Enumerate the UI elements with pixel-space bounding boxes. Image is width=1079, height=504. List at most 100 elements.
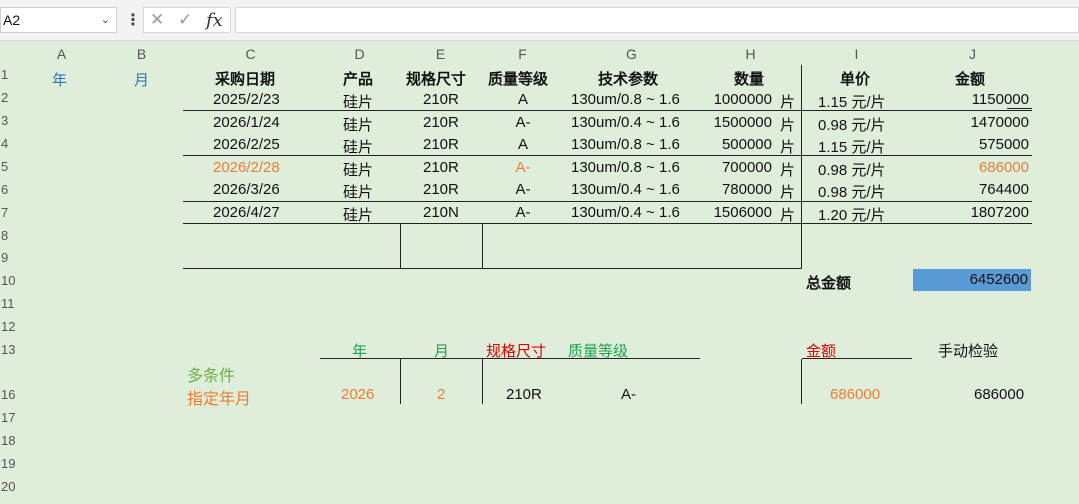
record-qty[interactable]: 1000000 bbox=[714, 91, 772, 108]
row-header-20[interactable]: 20 bbox=[0, 479, 23, 494]
record-date[interactable]: 2026/2/25 bbox=[213, 136, 280, 153]
col-header-c[interactable]: C bbox=[182, 44, 320, 65]
record-price[interactable]: 1.15 元/片 bbox=[818, 91, 886, 112]
row-header-11[interactable]: 11 bbox=[0, 296, 23, 311]
record-unit[interactable]: 片 bbox=[780, 204, 795, 225]
row-header-13[interactable]: 13 bbox=[0, 342, 23, 357]
row-header-2[interactable]: 2 bbox=[0, 90, 23, 105]
record-product[interactable]: 硅片 bbox=[343, 159, 373, 180]
record-date[interactable]: 2026/1/24 bbox=[213, 114, 280, 131]
record-tech[interactable]: 130um/0.4 ~ 1.6 bbox=[571, 114, 680, 131]
record-unit[interactable]: 片 bbox=[780, 136, 795, 157]
record-tech[interactable]: 130um/0.4 ~ 1.6 bbox=[571, 204, 680, 221]
record-grade[interactable]: A bbox=[493, 91, 553, 108]
record-unit[interactable]: 片 bbox=[780, 91, 795, 112]
record-grade[interactable]: A- bbox=[493, 159, 553, 176]
record-product[interactable]: 硅片 bbox=[343, 91, 373, 112]
record-price[interactable]: 1.20 元/片 bbox=[818, 204, 886, 225]
record-unit[interactable]: 片 bbox=[780, 159, 795, 180]
header-qty[interactable]: 数量 bbox=[734, 68, 764, 89]
record-amount[interactable]: 686000 bbox=[979, 159, 1029, 176]
record-amount[interactable]: 575000 bbox=[979, 136, 1029, 153]
record-date[interactable]: 2026/3/26 bbox=[213, 181, 280, 198]
col-header-a[interactable]: A bbox=[22, 44, 102, 65]
col-header-j[interactable]: J bbox=[912, 44, 1034, 65]
row-header-17[interactable]: 17 bbox=[0, 410, 23, 425]
row-header-16[interactable]: 16 bbox=[0, 387, 23, 402]
row-header-10[interactable]: 10 bbox=[0, 273, 23, 288]
query-manual[interactable]: 686000 bbox=[974, 386, 1024, 403]
col-header-g[interactable]: G bbox=[564, 44, 700, 65]
record-grade[interactable]: A bbox=[493, 136, 553, 153]
col-header-b[interactable]: B bbox=[102, 44, 182, 65]
cancel-icon[interactable]: ✕ bbox=[150, 10, 164, 30]
header-month[interactable]: 月 bbox=[134, 69, 149, 90]
header-date[interactable]: 采购日期 bbox=[215, 68, 275, 89]
record-amount[interactable]: 764400 bbox=[979, 181, 1029, 198]
query-amount[interactable]: 686000 bbox=[830, 386, 880, 403]
record-product[interactable]: 硅片 bbox=[343, 114, 373, 135]
record-date[interactable]: 2025/2/23 bbox=[213, 91, 280, 108]
header-grade[interactable]: 质量等级 bbox=[488, 68, 548, 89]
row-header-3[interactable]: 3 bbox=[0, 113, 23, 128]
header-spec[interactable]: 规格尺寸 bbox=[406, 68, 466, 89]
record-amount[interactable]: 1150000 bbox=[972, 91, 1029, 108]
more-options-icon[interactable]: ⋮ bbox=[125, 10, 141, 30]
row-header-19[interactable]: 19 bbox=[0, 456, 23, 471]
row-header-18[interactable]: 18 bbox=[0, 433, 23, 448]
col-header-h[interactable]: H bbox=[700, 44, 802, 65]
record-price[interactable]: 0.98 元/片 bbox=[818, 114, 886, 135]
query-grade[interactable]: A- bbox=[621, 386, 636, 403]
record-grade[interactable]: A- bbox=[493, 181, 553, 198]
record-tech[interactable]: 130um/0.8 ~ 1.6 bbox=[571, 159, 680, 176]
row-header-9[interactable]: 9 bbox=[0, 250, 23, 265]
record-spec[interactable]: 210R bbox=[423, 91, 459, 108]
col-header-f[interactable]: F bbox=[482, 44, 564, 65]
row-header-7[interactable]: 7 bbox=[0, 205, 23, 220]
record-qty[interactable]: 1500000 bbox=[714, 114, 772, 131]
total-label[interactable]: 总金额 bbox=[806, 272, 851, 293]
chevron-down-icon[interactable]: ⌄ bbox=[101, 8, 110, 32]
header-year[interactable]: 年 bbox=[52, 69, 67, 90]
header-product[interactable]: 产品 bbox=[343, 68, 373, 89]
record-spec[interactable]: 210N bbox=[423, 204, 459, 221]
header-price[interactable]: 单价 bbox=[840, 68, 870, 89]
record-product[interactable]: 硅片 bbox=[343, 181, 373, 202]
row-header-1[interactable]: 1 bbox=[0, 67, 23, 82]
query-year[interactable]: 2026 bbox=[341, 386, 374, 403]
record-product[interactable]: 硅片 bbox=[343, 204, 373, 225]
col-header-d[interactable]: D bbox=[320, 44, 400, 65]
record-tech[interactable]: 130um/0.8 ~ 1.6 bbox=[571, 91, 680, 108]
record-price[interactable]: 1.15 元/片 bbox=[818, 136, 886, 157]
header-tech[interactable]: 技术参数 bbox=[598, 68, 658, 89]
record-spec[interactable]: 210R bbox=[423, 114, 459, 131]
record-qty[interactable]: 700000 bbox=[722, 159, 772, 176]
record-spec[interactable]: 210R bbox=[423, 159, 459, 176]
row-header-5[interactable]: 5 bbox=[0, 159, 23, 174]
col-header-e[interactable]: E bbox=[400, 44, 482, 65]
row-header-12[interactable]: 12 bbox=[0, 319, 23, 334]
record-date[interactable]: 2026/2/28 bbox=[213, 159, 280, 176]
record-price[interactable]: 0.98 元/片 bbox=[818, 181, 886, 202]
record-grade[interactable]: A- bbox=[493, 114, 553, 131]
record-date[interactable]: 2026/4/27 bbox=[213, 204, 280, 221]
record-amount[interactable]: 1470000 bbox=[971, 114, 1029, 131]
query-title-line1[interactable]: 多条件 bbox=[187, 362, 235, 386]
query-title-line2[interactable]: 指定年月 bbox=[187, 385, 251, 409]
record-tech[interactable]: 130um/0.4 ~ 1.6 bbox=[571, 181, 680, 198]
record-qty[interactable]: 500000 bbox=[722, 136, 772, 153]
col-header-i[interactable]: I bbox=[802, 44, 912, 65]
row-header-4[interactable]: 4 bbox=[0, 136, 23, 151]
row-header-8[interactable]: 8 bbox=[0, 228, 23, 243]
record-amount[interactable]: 1807200 bbox=[971, 204, 1029, 221]
record-product[interactable]: 硅片 bbox=[343, 136, 373, 157]
record-grade[interactable]: A- bbox=[493, 204, 553, 221]
query-spec[interactable]: 210R bbox=[506, 386, 542, 403]
query-month[interactable]: 2 bbox=[437, 386, 445, 403]
confirm-icon[interactable]: ✓ bbox=[178, 10, 192, 30]
header-amount[interactable]: 金额 bbox=[955, 68, 985, 89]
record-spec[interactable]: 210R bbox=[423, 181, 459, 198]
query-header-manual[interactable]: 手动检验 bbox=[938, 340, 998, 361]
record-spec[interactable]: 210R bbox=[423, 136, 459, 153]
record-unit[interactable]: 片 bbox=[780, 181, 795, 202]
